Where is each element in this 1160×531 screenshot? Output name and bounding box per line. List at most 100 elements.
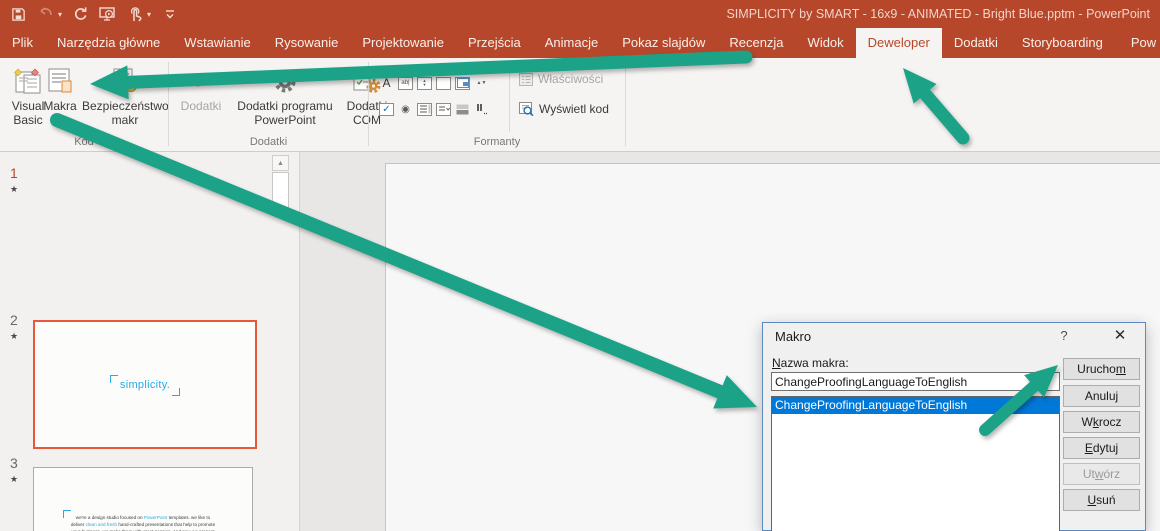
label-pre: Anuluj	[1085, 389, 1118, 403]
anuluj-button[interactable]: Anuluj	[1063, 385, 1140, 407]
macro-list[interactable]: ChangeProofingLanguageToEnglish	[771, 396, 1060, 531]
scroll-up-button[interactable]: ▲	[272, 155, 289, 171]
label-post: dytuj	[1093, 441, 1118, 455]
slide-2-seg: we're a design studio focused on	[76, 515, 144, 520]
tab-projektowanie[interactable]: Projektowanie	[350, 28, 456, 58]
dodatki-label: Dodatki	[181, 99, 222, 113]
utworz-button-disabled: Utwórz	[1063, 463, 1140, 485]
wlasciwosci-button-disabled: Właściwości	[519, 72, 603, 86]
optionbutton-control-icon[interactable]: ◉	[398, 102, 414, 116]
wlasciwosci-label: Właściwości	[538, 72, 603, 86]
label-key: N	[772, 356, 781, 370]
powerpoint-window: ▾ ▾ SIMPLICITY by SMART - 16x9 - ANIMATE…	[0, 0, 1160, 531]
group-label-dodatki: Dodatki	[169, 136, 368, 148]
togglebutton-control-icon[interactable]	[455, 102, 471, 116]
group-label-kod: Kod	[0, 136, 168, 148]
edytuj-button[interactable]: Edytuj	[1063, 437, 1140, 459]
bezpieczenstwo-makr-icon	[111, 62, 139, 96]
more-controls-icon[interactable]	[474, 102, 490, 116]
makra-button[interactable]: Makra	[38, 62, 82, 113]
powerpoint-addins-gear-icon	[271, 62, 299, 96]
wkrocz-button[interactable]: Wkrocz	[1063, 411, 1140, 433]
tab-storyboarding[interactable]: Storyboarding	[1010, 28, 1115, 58]
touch-mode-icon[interactable]	[126, 6, 143, 23]
undo-icon	[37, 6, 54, 23]
slide-3-number: 3	[10, 455, 18, 471]
image-control-icon[interactable]	[455, 77, 470, 90]
spinbutton-control-icon[interactable]: ▲▼	[417, 77, 432, 90]
macro-name-input[interactable]	[771, 372, 1060, 391]
tab-dodatki[interactable]: Dodatki	[942, 28, 1010, 58]
customize-quick-access-toolbar-icon[interactable]	[161, 6, 178, 23]
tab-recenzja[interactable]: Recenzja	[717, 28, 795, 58]
scrollbar-thumb[interactable]	[272, 172, 289, 210]
uruchom-button[interactable]: Uruchom	[1063, 358, 1140, 380]
label-key: w	[1095, 467, 1104, 481]
label-pre: Urucho	[1077, 362, 1116, 376]
tab-wstawianie[interactable]: Wstawianie	[172, 28, 262, 58]
label-pre: Ut	[1083, 467, 1095, 481]
label-control-icon[interactable]: A	[379, 76, 395, 90]
makra-label: Makra	[43, 99, 76, 113]
macro-list-item-selected[interactable]: ChangeProofingLanguageToEnglish	[772, 397, 1059, 414]
dialog-help-button[interactable]: ?	[1055, 328, 1073, 343]
listbox-control-icon[interactable]	[417, 103, 432, 116]
save-icon[interactable]	[10, 6, 27, 23]
commandbutton-control-icon[interactable]	[436, 77, 451, 90]
usun-button[interactable]: Usuń	[1063, 489, 1140, 511]
label-key: E	[1085, 441, 1093, 455]
dodatki-programu-label: Dodatki programu PowerPoint	[229, 99, 341, 127]
slide-2-number: 2	[10, 312, 18, 328]
label-post: órz	[1104, 467, 1121, 481]
start-slideshow-icon[interactable]	[99, 6, 116, 23]
wyswietl-kod-button[interactable]: Wyświetl kod	[519, 102, 609, 116]
slide-2-seg-blue: clean and fresh	[86, 522, 117, 527]
bezpieczenstwo-makr-label: Bezpieczeństwo makr	[82, 99, 168, 127]
redo-icon[interactable]	[72, 6, 89, 23]
textbox-control-icon[interactable]: ab|	[398, 77, 413, 90]
tab-plik[interactable]: Plik	[0, 28, 45, 58]
view-code-icon	[519, 102, 534, 116]
makro-dialog: Makro ? ✕ Nazwa makra: ChangeProofingLan…	[762, 322, 1146, 531]
bezpieczenstwo-makr-button[interactable]: Bezpieczeństwo makr	[82, 62, 168, 127]
tell-me-label: Pow	[1131, 28, 1156, 58]
dodatki-button-disabled: Dodatki	[175, 62, 227, 113]
slide-2-thumbnail[interactable]: we're a design studio focused on PowerPo…	[33, 467, 253, 531]
tab-pokaz-slajdow[interactable]: Pokaz slajdów	[610, 28, 717, 58]
touch-mode-caret[interactable]: ▾	[147, 10, 151, 19]
window-title: SIMPLICITY by SMART - 16x9 - ANIMATED - …	[726, 0, 1150, 28]
scrollbar-control-icon[interactable]: ▲▼	[474, 76, 490, 90]
slide-2-animation-star: ★	[10, 331, 18, 342]
label-post: azwa makra:	[781, 356, 849, 370]
tab-widok[interactable]: Widok	[796, 28, 856, 58]
slide-1-number: 1	[10, 165, 18, 181]
dialog-title: Makro	[775, 329, 811, 344]
undo-dropdown-caret: ▾	[58, 10, 62, 19]
checkbox-control-icon[interactable]: ✓	[379, 103, 394, 116]
controls-grid: A ab| ▲▼ ▲▼ ✓ ◉	[377, 70, 491, 122]
label-post: rocz	[1099, 415, 1122, 429]
slide-2-body: we're a design studio focused on PowerPo…	[63, 510, 223, 531]
tab-przejscia[interactable]: Przejścia	[456, 28, 533, 58]
ribbon-tab-bar: Plik Narzędzia główne Wstawianie Rysowan…	[0, 28, 1160, 58]
makra-icon	[45, 62, 75, 96]
label-pre: W	[1082, 415, 1093, 429]
tab-deweloper[interactable]: Deweloper	[856, 28, 942, 58]
dialog-close-button[interactable]: ✕	[1109, 326, 1131, 344]
dialog-title-bar[interactable]: Makro ? ✕	[763, 323, 1145, 349]
wyswietl-kod-label: Wyświetl kod	[539, 102, 609, 116]
tab-narzedzia-glowne[interactable]: Narzędzia główne	[45, 28, 172, 58]
inner-separator	[509, 66, 510, 132]
label-post: suń	[1096, 493, 1115, 507]
thumbnail-scrollbar[interactable]: ▲	[272, 155, 292, 531]
ribbon-developer: Visual Basic Makra Bezpieczeństwo makr K…	[0, 58, 1160, 152]
slide-1-thumbnail[interactable]: simplicity.	[33, 320, 257, 449]
ribbon-group-dodatki: Dodatki Dodatki programu PowerPoint Doda…	[169, 58, 368, 151]
combobox-control-icon[interactable]	[436, 103, 451, 116]
tab-tell-me[interactable]: Pow	[1115, 28, 1160, 58]
tab-animacje[interactable]: Animacje	[533, 28, 610, 58]
label-key: U	[1087, 493, 1096, 507]
tab-rysowanie[interactable]: Rysowanie	[263, 28, 351, 58]
dodatki-programu-powerpoint-button[interactable]: Dodatki programu PowerPoint	[229, 62, 341, 127]
group-separator	[625, 62, 626, 146]
